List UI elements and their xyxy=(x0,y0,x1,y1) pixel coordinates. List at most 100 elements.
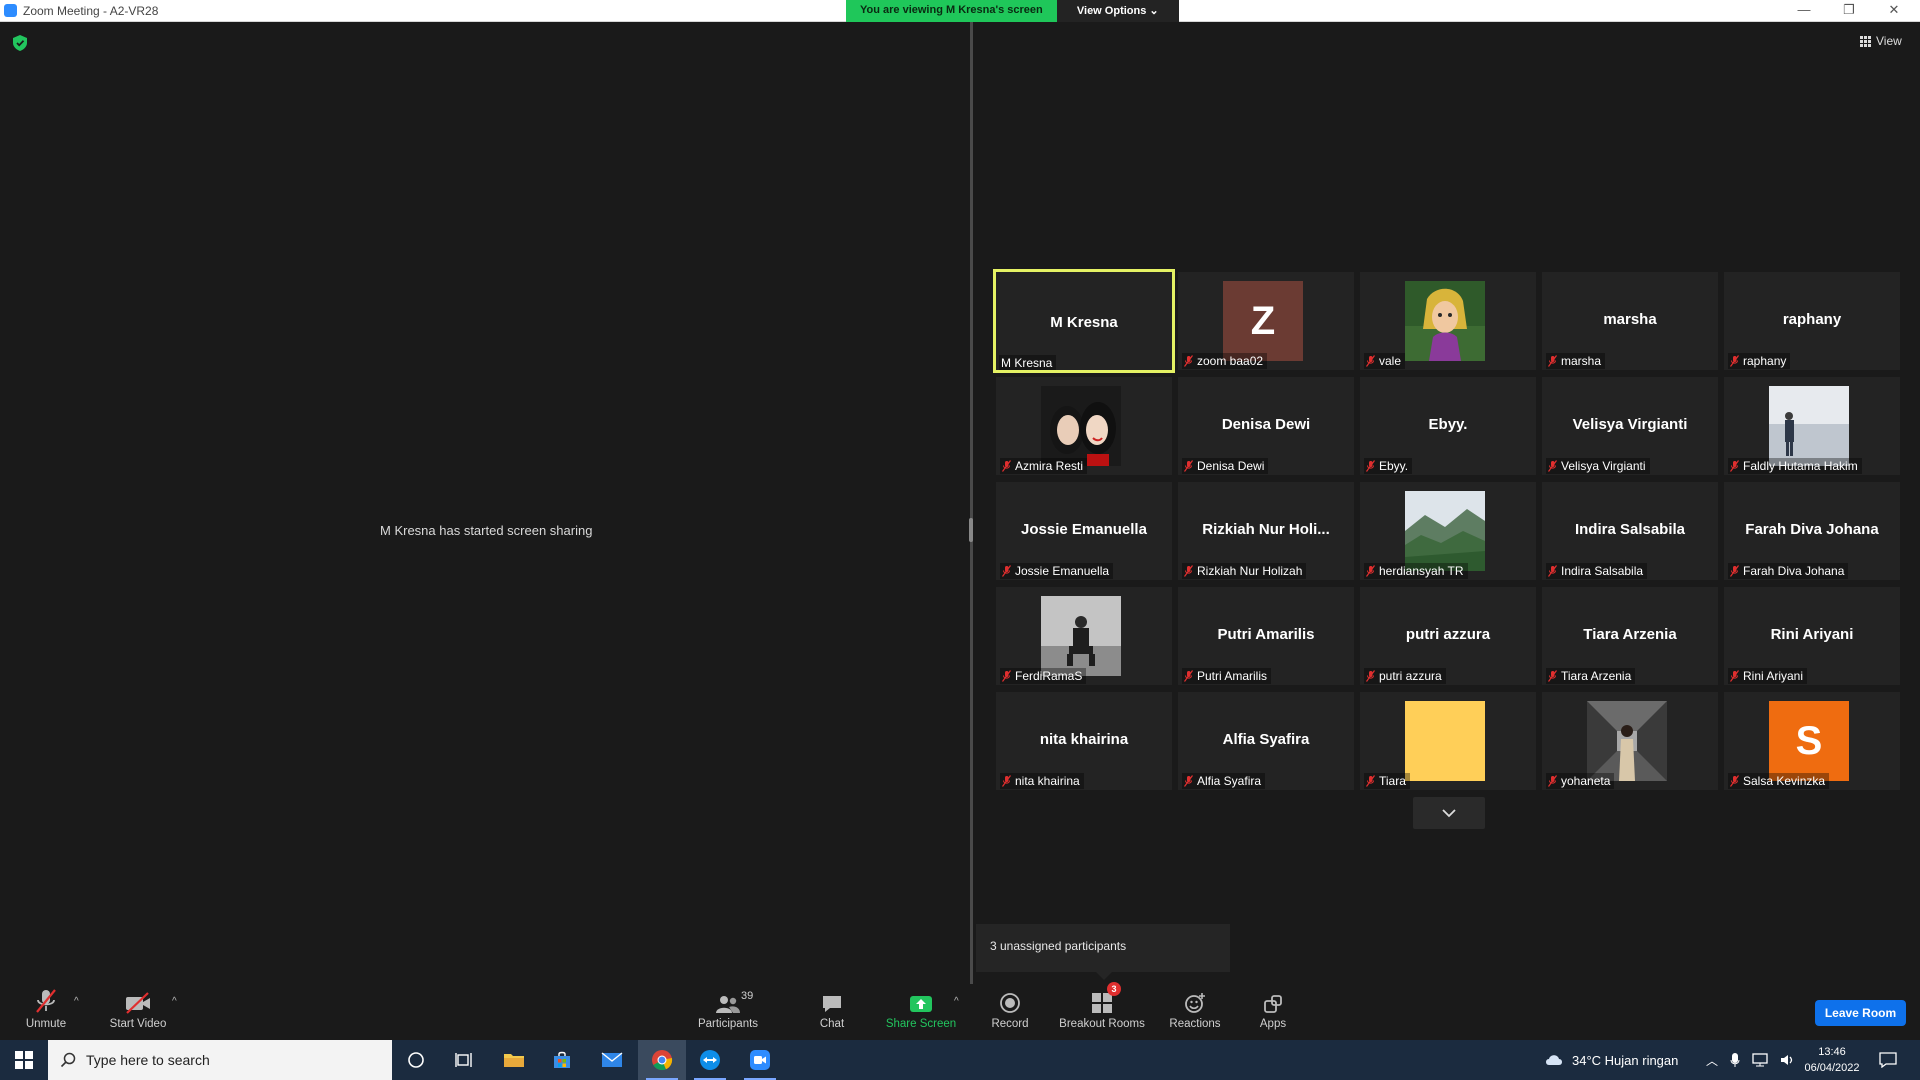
participant-tile[interactable]: vale xyxy=(1360,272,1536,370)
participant-name: Tiara Arzenia xyxy=(1561,669,1632,683)
chrome-icon[interactable] xyxy=(638,1040,686,1080)
microphone-muted-icon xyxy=(1184,670,1193,682)
participant-name-label: Putri Amarilis xyxy=(1182,668,1272,684)
view-layout-button[interactable]: View xyxy=(1860,34,1902,48)
chat-button[interactable]: Chat xyxy=(808,984,856,1040)
microphone-muted-icon xyxy=(1184,775,1193,787)
participant-tile[interactable]: Jossie Emanuella Jossie Emanuella xyxy=(996,482,1172,580)
network-icon[interactable] xyxy=(1752,1053,1768,1067)
unmute-label: Unmute xyxy=(25,1018,67,1030)
microsoft-store-icon[interactable] xyxy=(538,1040,586,1080)
reactions-button[interactable]: Reactions xyxy=(1166,984,1224,1040)
participant-display-name: marsha xyxy=(1603,311,1657,328)
record-label: Record xyxy=(991,1018,1029,1030)
microphone-muted-icon xyxy=(1366,775,1375,787)
show-hidden-icons-chevron-icon[interactable]: ︿ xyxy=(1706,1052,1718,1069)
participants-label: Participants xyxy=(697,1018,759,1030)
participant-tile[interactable]: FerdiRamaS xyxy=(996,587,1172,685)
participant-tile[interactable]: S Salsa Kevinzka xyxy=(1724,692,1900,790)
grid-view-icon xyxy=(1860,35,1871,47)
participant-name: zoom baa02 xyxy=(1197,354,1264,368)
participant-tile[interactable]: Ebyy. Ebyy. xyxy=(1360,377,1536,475)
search-placeholder: Type here to search xyxy=(86,1052,210,1068)
notifications-icon[interactable] xyxy=(1864,1040,1912,1080)
share-options-caret-icon[interactable]: ^ xyxy=(954,996,959,1007)
window-title: Zoom Meeting - A2-VR28 xyxy=(23,4,159,18)
video-options-caret-icon[interactable]: ^ xyxy=(172,996,177,1007)
record-button[interactable]: Record xyxy=(986,984,1034,1040)
microphone-muted-icon xyxy=(1548,460,1557,472)
reactions-label: Reactions xyxy=(1169,1018,1221,1030)
view-options-label: View Options xyxy=(1076,5,1147,17)
restore-icon[interactable]: ❐ xyxy=(1829,2,1869,18)
unmute-button[interactable]: Unmute xyxy=(22,984,70,1040)
participant-display-name: putri azzura xyxy=(1405,626,1491,643)
participant-tile[interactable]: yohaneta xyxy=(1542,692,1718,790)
leave-room-button[interactable]: Leave Room xyxy=(1815,1000,1906,1026)
minimize-icon[interactable]: — xyxy=(1784,2,1824,17)
taskbar-clock[interactable]: 13:46 06/04/2022 xyxy=(1797,1044,1867,1076)
participant-tile[interactable]: M Kresna M Kresna xyxy=(993,269,1175,373)
system-tray: ︿ xyxy=(1706,1040,1796,1080)
microphone-muted-icon xyxy=(1002,670,1011,682)
volume-icon[interactable] xyxy=(1780,1053,1796,1067)
participant-tile[interactable]: Zzoom baa02 xyxy=(1178,272,1354,370)
participant-name-label: Alfia Syafira xyxy=(1182,773,1266,789)
participant-tile[interactable]: marsha marsha xyxy=(1542,272,1718,370)
participant-tile[interactable]: herdiansyah TR xyxy=(1360,482,1536,580)
zoom-taskbar-icon[interactable] xyxy=(736,1040,784,1080)
breakout-rooms-icon xyxy=(1092,993,1112,1013)
share-screen-button[interactable]: Share Screen xyxy=(880,984,962,1040)
participant-tile[interactable]: raphany raphany xyxy=(1724,272,1900,370)
participant-name-label: Rizkiah Nur Holizah xyxy=(1182,563,1307,579)
participant-name-label: raphany xyxy=(1728,353,1791,369)
participant-tile[interactable]: Rini Ariyani Rini Ariyani xyxy=(1724,587,1900,685)
participant-tile[interactable]: Indira Salsabila Indira Salsabila xyxy=(1542,482,1718,580)
microphone-muted-icon xyxy=(1002,565,1011,577)
participant-tile[interactable]: Rizkiah Nur Holi... Rizkiah Nur Holizah xyxy=(1178,482,1354,580)
microphone-muted-icon xyxy=(1366,460,1375,472)
participant-name-label: herdiansyah TR xyxy=(1364,563,1468,579)
apps-button[interactable]: Apps xyxy=(1250,984,1296,1040)
encryption-shield-icon[interactable] xyxy=(13,35,27,51)
participant-tile[interactable]: Tiara Arzenia Tiara Arzenia xyxy=(1542,587,1718,685)
participant-name: Faldly Hutama Hakim xyxy=(1743,459,1858,473)
next-page-button[interactable] xyxy=(1413,797,1485,829)
start-video-button[interactable]: Start Video xyxy=(106,984,170,1040)
windows-start-button[interactable] xyxy=(0,1040,48,1080)
audio-options-caret-icon[interactable]: ^ xyxy=(74,996,79,1007)
weather-widget[interactable]: 34°C Hujan ringan xyxy=(1544,1040,1678,1080)
close-icon[interactable]: ✕ xyxy=(1874,2,1914,18)
participant-tile[interactable]: Alfia Syafira Alfia Syafira xyxy=(1178,692,1354,790)
participant-tile[interactable]: Azmira Resti xyxy=(996,377,1172,475)
participant-tile[interactable]: Velisya Virgianti Velisya Virgianti xyxy=(1542,377,1718,475)
cortana-icon[interactable] xyxy=(392,1040,440,1080)
view-options-button[interactable]: View Options ⌄ xyxy=(1056,0,1179,22)
share-screen-icon xyxy=(910,996,932,1012)
screen-share-status: M Kresna has started screen sharing xyxy=(380,523,593,538)
participant-tile[interactable]: Tiara xyxy=(1360,692,1536,790)
divider-drag-handle[interactable] xyxy=(969,518,973,542)
participant-name: Salsa Kevinzka xyxy=(1743,774,1826,788)
mail-icon[interactable] xyxy=(588,1040,636,1080)
participant-profile-picture xyxy=(1769,386,1849,466)
participant-tile[interactable]: nita khairina nita khairina xyxy=(996,692,1172,790)
participant-tile[interactable]: Farah Diva Johana Farah Diva Johana xyxy=(1724,482,1900,580)
split-divider[interactable] xyxy=(970,22,973,988)
task-view-icon[interactable] xyxy=(440,1040,488,1080)
microphone-muted-icon xyxy=(1366,670,1375,682)
breakout-rooms-button[interactable]: 3 Breakout Rooms xyxy=(1056,982,1148,1040)
taskbar-search-box[interactable]: Type here to search xyxy=(48,1040,392,1080)
participant-tile[interactable]: Denisa Dewi Denisa Dewi xyxy=(1178,377,1354,475)
chat-label: Chat xyxy=(819,1018,845,1030)
unassigned-participants-popup[interactable]: 3 unassigned participants xyxy=(976,924,1230,972)
teamviewer-icon[interactable] xyxy=(686,1040,734,1080)
participant-tile[interactable]: putri azzura putri azzura xyxy=(1360,587,1536,685)
microphone-icon[interactable] xyxy=(1730,1052,1740,1068)
participant-tile[interactable]: Faldly Hutama Hakim xyxy=(1724,377,1900,475)
chevron-down-icon xyxy=(1442,809,1456,818)
file-explorer-icon[interactable] xyxy=(490,1040,538,1080)
participant-name: marsha xyxy=(1561,354,1602,368)
participants-button[interactable]: 39 Participants xyxy=(692,984,764,1040)
participant-tile[interactable]: Putri Amarilis Putri Amarilis xyxy=(1178,587,1354,685)
